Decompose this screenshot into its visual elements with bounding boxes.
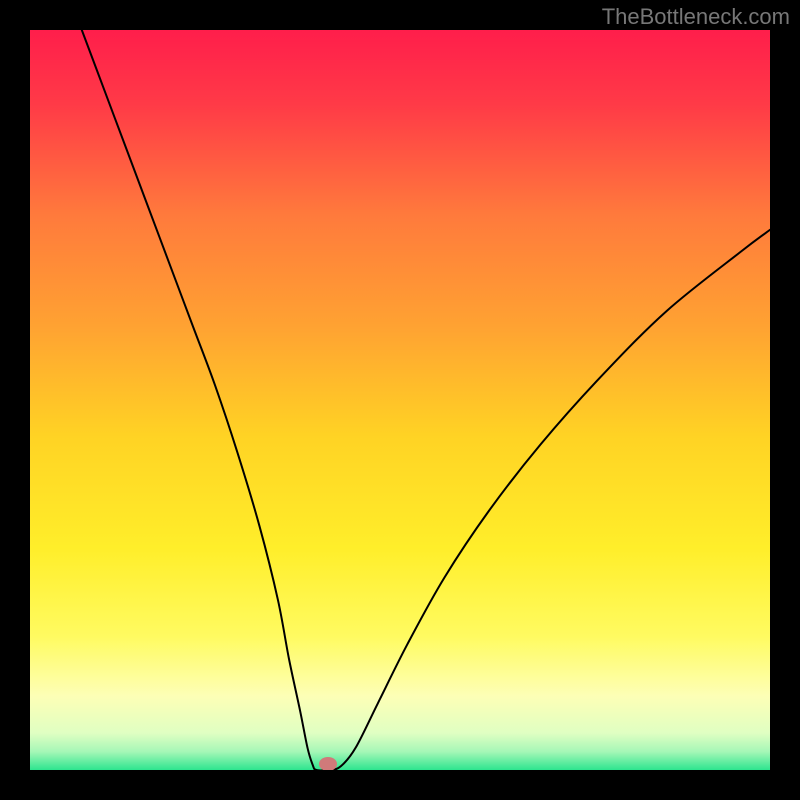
plot-area: [30, 30, 770, 770]
background-gradient: [30, 30, 770, 770]
chart-frame: TheBottleneck.com: [0, 0, 800, 800]
optimum-marker: [319, 757, 337, 770]
watermark-text: TheBottleneck.com: [602, 4, 790, 30]
